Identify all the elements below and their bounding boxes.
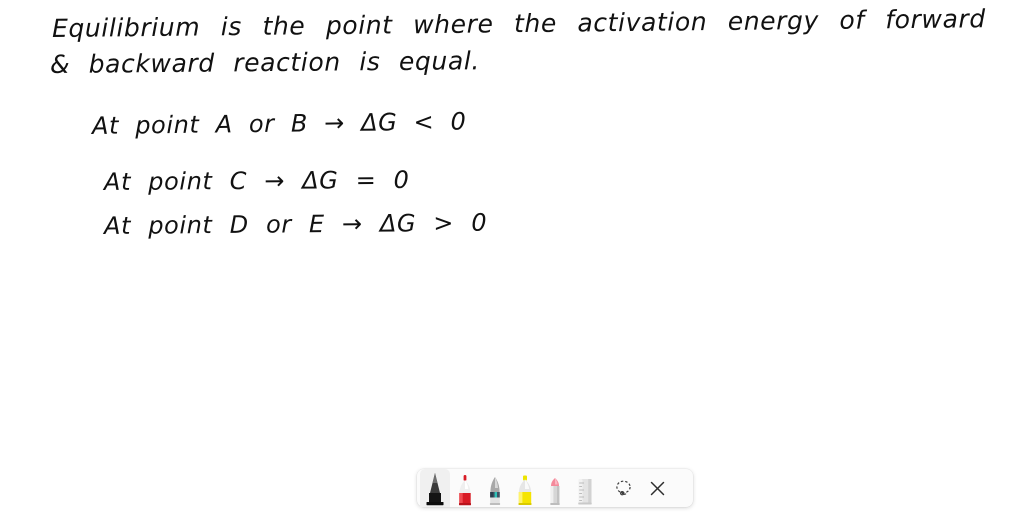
tool-pencil[interactable]: Pencil xyxy=(480,469,510,507)
tool-yellow-highlighter[interactable]: Highlighter xyxy=(510,469,540,507)
markup-toolbar[interactable]: Pen Marker Pencil xyxy=(417,469,693,507)
red-marker-icon xyxy=(459,475,471,506)
tool-red-marker[interactable]: Marker xyxy=(450,469,480,507)
close-button[interactable]: Close xyxy=(640,469,674,507)
tool-ruler[interactable]: Ruler xyxy=(570,469,600,507)
handwritten-line-3: At point A or B → ΔG < 0 xyxy=(91,107,467,140)
yellow-highlighter-icon xyxy=(518,475,532,505)
black-pen-icon xyxy=(426,473,444,506)
close-icon xyxy=(650,481,664,495)
pink-eraser-icon xyxy=(550,478,560,505)
handwritten-line-5: At point D or E → ΔG > 0 xyxy=(103,208,488,240)
tool-pink-eraser[interactable]: Eraser xyxy=(540,469,570,507)
tool-black-pen[interactable]: Pen xyxy=(420,469,450,507)
handwritten-line-2: & backward reaction is equal. xyxy=(49,46,481,79)
handwriting-canvas[interactable]: Equilibrium is the point where the activ… xyxy=(0,0,1024,512)
handwritten-line-1: Equilibrium is the point where the activ… xyxy=(51,4,986,43)
tool-lasso-select[interactable]: Lasso Select xyxy=(606,469,640,507)
pencil-icon xyxy=(489,477,501,505)
lasso-select-icon xyxy=(615,480,631,495)
ruler-icon xyxy=(578,479,592,505)
handwritten-line-4: At point C → ΔG = 0 xyxy=(103,165,410,196)
